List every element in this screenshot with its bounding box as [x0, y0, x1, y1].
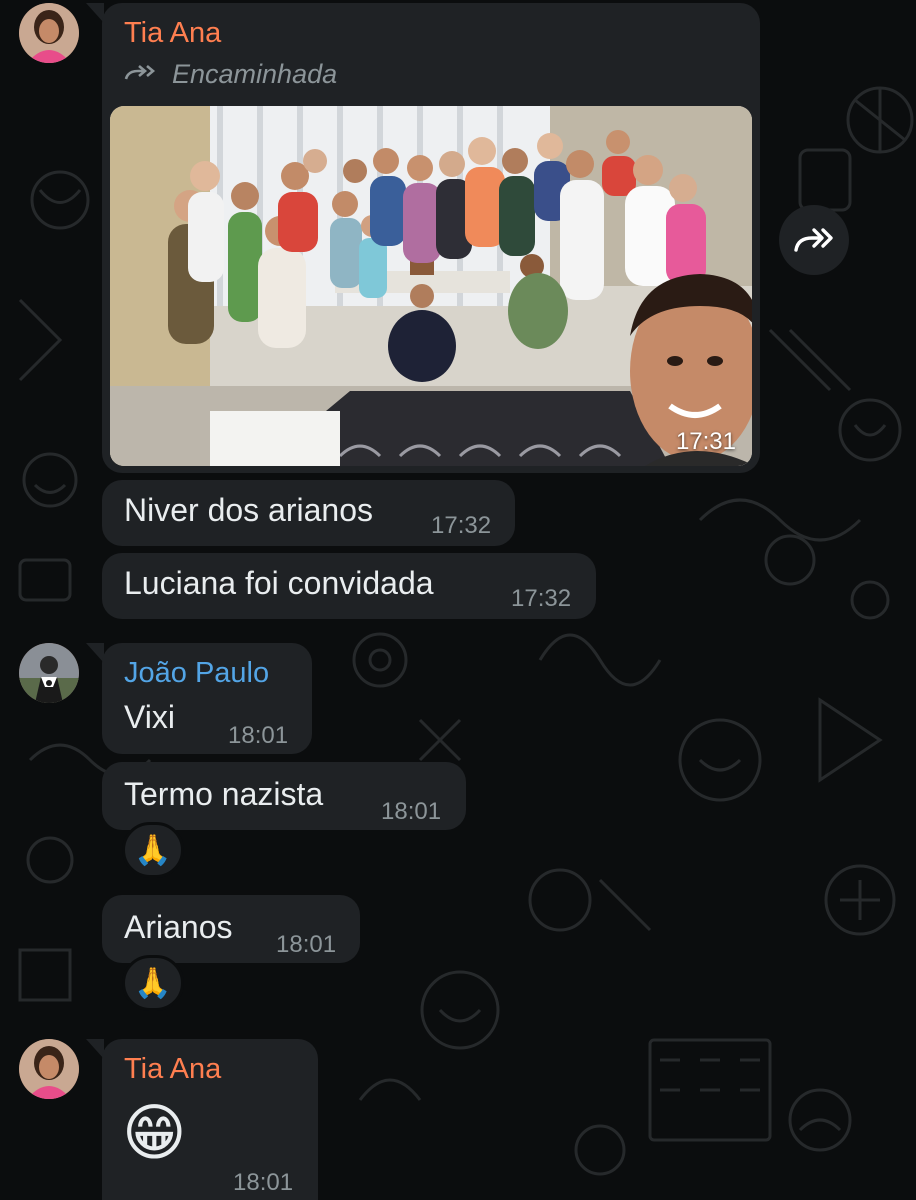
avatar-tia-ana[interactable] — [19, 1039, 79, 1099]
photo-timestamp: 17:31 — [675, 428, 736, 455]
sender-name[interactable]: João Paulo — [124, 657, 269, 690]
message-text: Luciana foi convidada — [124, 565, 434, 601]
reaction-badge[interactable]: 🙏 — [122, 955, 184, 1011]
message-time: 18:01 — [276, 931, 337, 958]
avatar-tia-ana[interactable] — [19, 3, 79, 63]
praying-hands-emoji: 🙏 — [134, 966, 172, 1000]
message-text: Arianos — [124, 909, 233, 945]
forwarded-indicator: Encaminhada — [122, 59, 337, 90]
forward-arrow-icon — [794, 228, 833, 252]
message-bubble[interactable]: João Paulo Vixi 18:01 — [102, 643, 312, 754]
group-photo-image — [110, 106, 752, 466]
message-time: 18:01 — [233, 1169, 294, 1196]
photo-attachment[interactable]: 17:31 — [110, 106, 752, 466]
message-bubble[interactable]: Termo nazista 18:01 — [102, 762, 466, 830]
reaction-badge[interactable]: 🙏 — [122, 822, 184, 878]
avatar-joao-paulo[interactable] — [19, 643, 79, 703]
praying-hands-emoji: 🙏 — [134, 833, 172, 867]
message-bubble[interactable]: Luciana foi convidada 17:32 — [102, 553, 596, 619]
sender-name[interactable]: Tia Ana — [124, 1053, 221, 1086]
message-text: Termo nazista — [124, 776, 324, 812]
forward-button[interactable] — [779, 205, 849, 275]
forwarded-label: Encaminhada — [172, 59, 338, 89]
message-time: 18:01 — [381, 798, 442, 825]
message-bubble-photo[interactable]: Tia Ana Encaminhada 17:31 — [102, 3, 760, 473]
message-bubble[interactable]: Niver dos arianos 17:32 — [102, 480, 515, 546]
message-time: 17:32 — [431, 512, 492, 539]
sender-name[interactable]: Tia Ana — [124, 17, 221, 50]
message-text: Vixi — [124, 699, 175, 735]
forward-arrows-icon — [124, 64, 156, 79]
message-bubble[interactable]: Tia Ana 😁 18:01 — [102, 1039, 318, 1200]
message-time: 18:01 — [228, 722, 289, 749]
message-bubble[interactable]: Arianos 18:01 — [102, 895, 360, 963]
message-time: 17:32 — [511, 585, 572, 612]
message-text: Niver dos arianos — [124, 492, 373, 528]
grinning-face-emoji: 😁 — [122, 1099, 187, 1168]
